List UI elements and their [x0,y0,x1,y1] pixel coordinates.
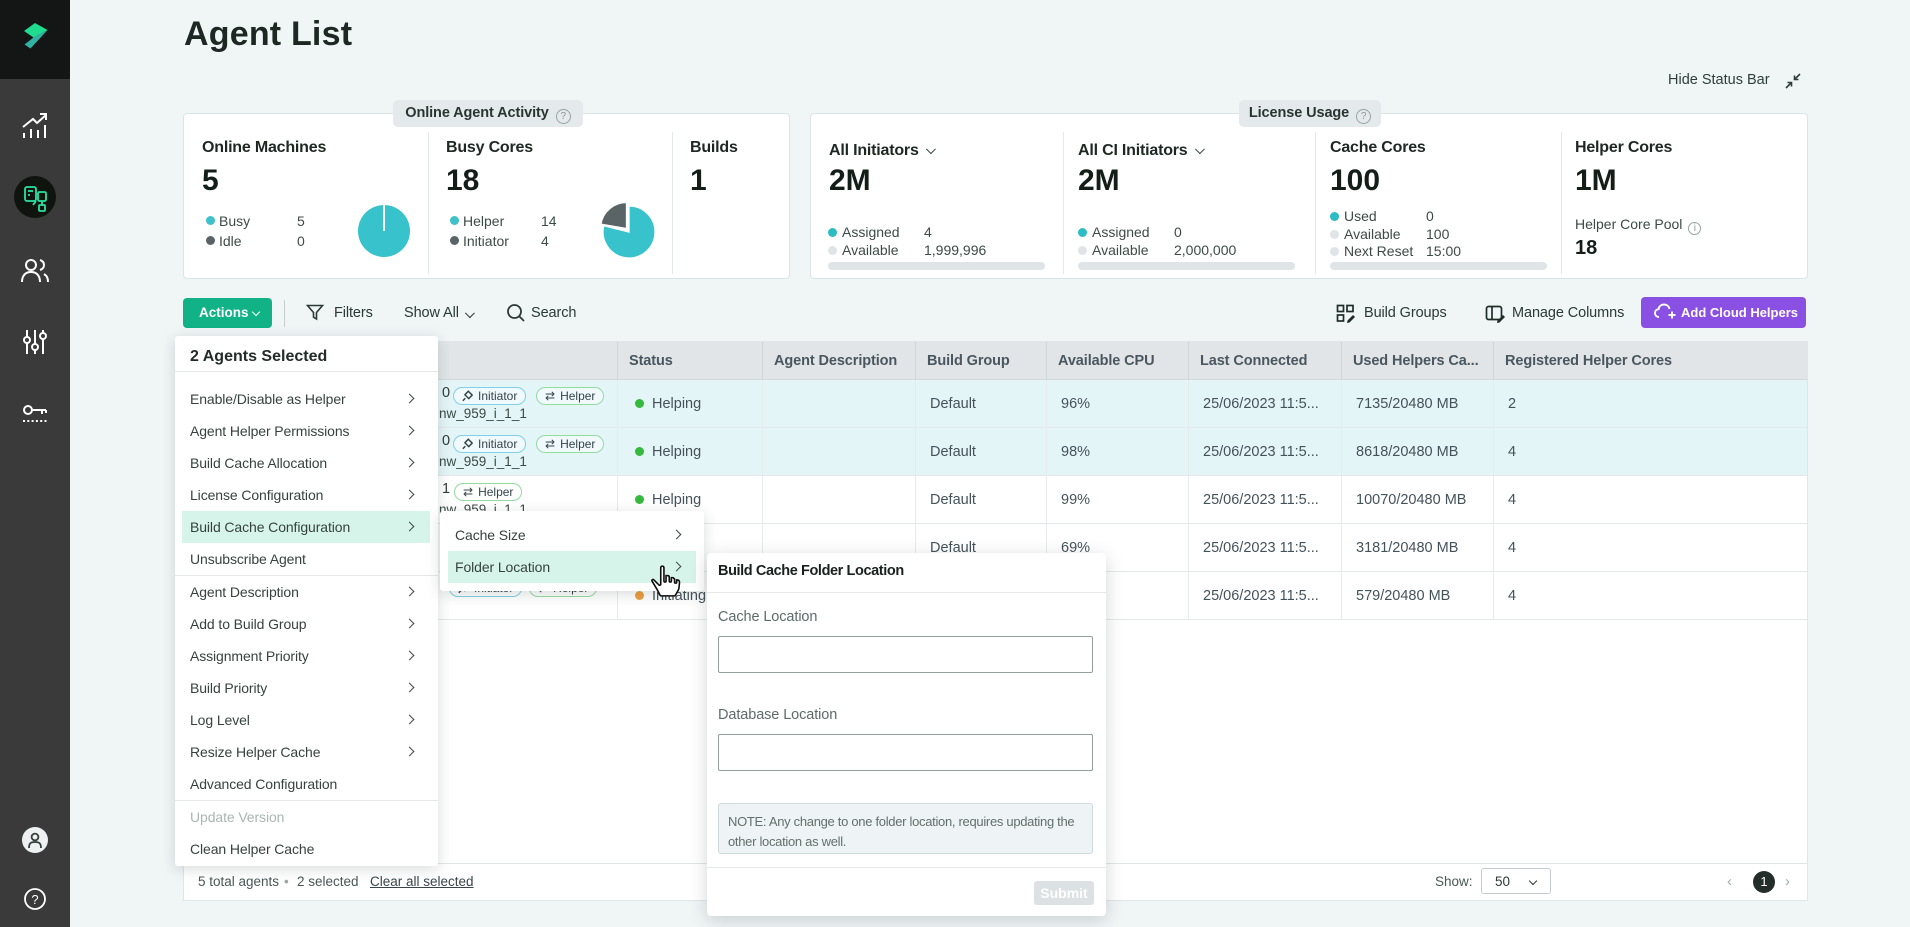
svg-text:?: ? [31,892,38,907]
